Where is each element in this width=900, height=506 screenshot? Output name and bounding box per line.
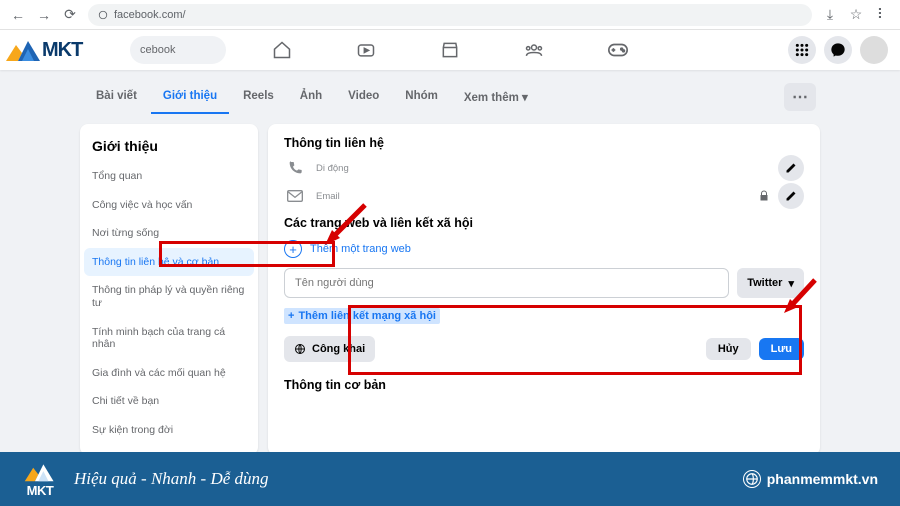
sidebar-title: Giới thiệu: [80, 134, 258, 162]
site-info-icon: [98, 10, 108, 20]
topbar-right: [788, 36, 888, 64]
section-websocial-title: Các trang web và liên kết xã hội: [284, 216, 804, 230]
action-row: Công khai Hủy Lưu: [284, 336, 804, 362]
tab-videos[interactable]: Video: [336, 80, 391, 114]
star-icon[interactable]: ☆: [848, 7, 864, 23]
sidebar-item-legal[interactable]: Thông tin pháp lý và quyền riêng tư: [80, 276, 258, 317]
sidebar-item-places[interactable]: Nơi từng sống: [80, 219, 258, 248]
url-text: facebook.com/: [114, 9, 186, 21]
phone-icon: [284, 160, 306, 176]
account-avatar[interactable]: [860, 36, 888, 64]
sidebar-item-family[interactable]: Gia đình và các mối quan hệ: [80, 359, 258, 388]
menu-grid-icon[interactable]: [788, 36, 816, 64]
tab-groups[interactable]: Nhóm: [393, 80, 450, 114]
banner-site: phanmemmkt.vn: [743, 470, 878, 488]
sidebar-item-overview[interactable]: Tổng quan: [80, 162, 258, 191]
edit-mobile-button[interactable]: [778, 155, 804, 181]
chrome-menu-icon[interactable]: ⠇: [874, 7, 890, 23]
section-contact-title: Thông tin liên hệ: [284, 136, 804, 150]
install-icon[interactable]: ⤓: [822, 7, 838, 23]
globe-icon: [743, 470, 761, 488]
facebook-topbar: MKT cebook: [0, 30, 900, 70]
main-area: Giới thiệu Tổng quan Công việc và học vấ…: [80, 124, 820, 455]
pencil-icon: [785, 162, 797, 174]
browser-reload[interactable]: ⟳: [62, 7, 78, 23]
address-bar[interactable]: facebook.com/: [88, 4, 812, 26]
edit-email-button[interactable]: [778, 183, 804, 209]
email-label: Email: [316, 191, 340, 202]
tab-more[interactable]: Xem thêm ▾: [452, 80, 540, 114]
about-content: Thông tin liên hệ Di động Email: [268, 124, 820, 455]
browser-forward[interactable]: →: [36, 7, 52, 23]
mkt-mountain-icon: [6, 36, 42, 64]
mkt-mountain-icon: [22, 461, 58, 483]
email-row: Email: [284, 190, 804, 202]
cancel-button[interactable]: Hủy: [706, 338, 751, 360]
browser-back[interactable]: ←: [10, 7, 26, 23]
add-website-link[interactable]: + Thêm một trang web: [284, 240, 804, 258]
email-icon: [284, 190, 306, 202]
sidebar-item-work[interactable]: Công việc và học vấn: [80, 191, 258, 220]
home-icon[interactable]: [271, 39, 293, 61]
banner-logo: MKT: [22, 461, 58, 498]
social-platform-select[interactable]: Twitter ▾: [737, 268, 804, 298]
social-input-row: Twitter ▾: [284, 268, 804, 298]
mobile-row: Di động: [284, 160, 804, 176]
watch-icon[interactable]: [355, 39, 377, 61]
globe-icon: [294, 343, 306, 355]
tab-overflow-button[interactable]: ⋯: [784, 83, 816, 111]
mobile-label: Di động: [316, 163, 349, 174]
section-basic-info-title: Thông tin cơ bản: [284, 378, 804, 392]
profile-tabs: Bài viết Giới thiệu Reels Ảnh Video Nhóm…: [80, 80, 820, 114]
privacy-lock-icon[interactable]: [758, 190, 770, 202]
messenger-icon[interactable]: [824, 36, 852, 64]
pencil-icon: [785, 190, 797, 202]
about-sidebar: Giới thiệu Tổng quan Công việc và học vấ…: [80, 124, 258, 455]
add-social-link-button[interactable]: + Thêm liên kết mạng xã hội: [284, 308, 440, 324]
chevron-down-icon: ▾: [788, 277, 794, 290]
sidebar-item-events[interactable]: Sự kiện trong đời: [80, 416, 258, 445]
top-nav: [271, 39, 629, 61]
marketplace-icon[interactable]: [439, 39, 461, 61]
browser-chrome: ← → ⟳ facebook.com/ ⤓ ☆ ⠇: [0, 0, 900, 30]
mkt-overlay-logo: MKT: [0, 30, 88, 70]
mkt-banner: MKT Hiệu quả - Nhanh - Dễ dùng phanmemmk…: [0, 452, 900, 506]
groups-icon[interactable]: [523, 39, 545, 61]
sidebar-item-details[interactable]: Chi tiết về bạn: [80, 387, 258, 416]
tab-posts[interactable]: Bài viết: [84, 80, 149, 114]
privacy-public-button[interactable]: Công khai: [284, 336, 375, 362]
banner-slogan: Hiệu quả - Nhanh - Dễ dùng: [74, 469, 269, 489]
tab-about[interactable]: Giới thiệu: [151, 80, 229, 114]
save-button[interactable]: Lưu: [759, 338, 804, 360]
sidebar-item-contact-basic[interactable]: Thông tin liên hệ và cơ bản: [84, 248, 254, 277]
gaming-icon[interactable]: [607, 39, 629, 61]
facebook-search[interactable]: cebook: [130, 36, 226, 64]
social-username-input[interactable]: [284, 268, 729, 298]
sidebar-item-transparency[interactable]: Tính minh bạch của trang cá nhân: [80, 318, 258, 359]
tab-photos[interactable]: Ảnh: [288, 80, 334, 114]
tab-reels[interactable]: Reels: [231, 80, 286, 114]
mkt-logo-text: MKT: [42, 39, 82, 62]
plus-circle-icon: +: [284, 240, 302, 258]
